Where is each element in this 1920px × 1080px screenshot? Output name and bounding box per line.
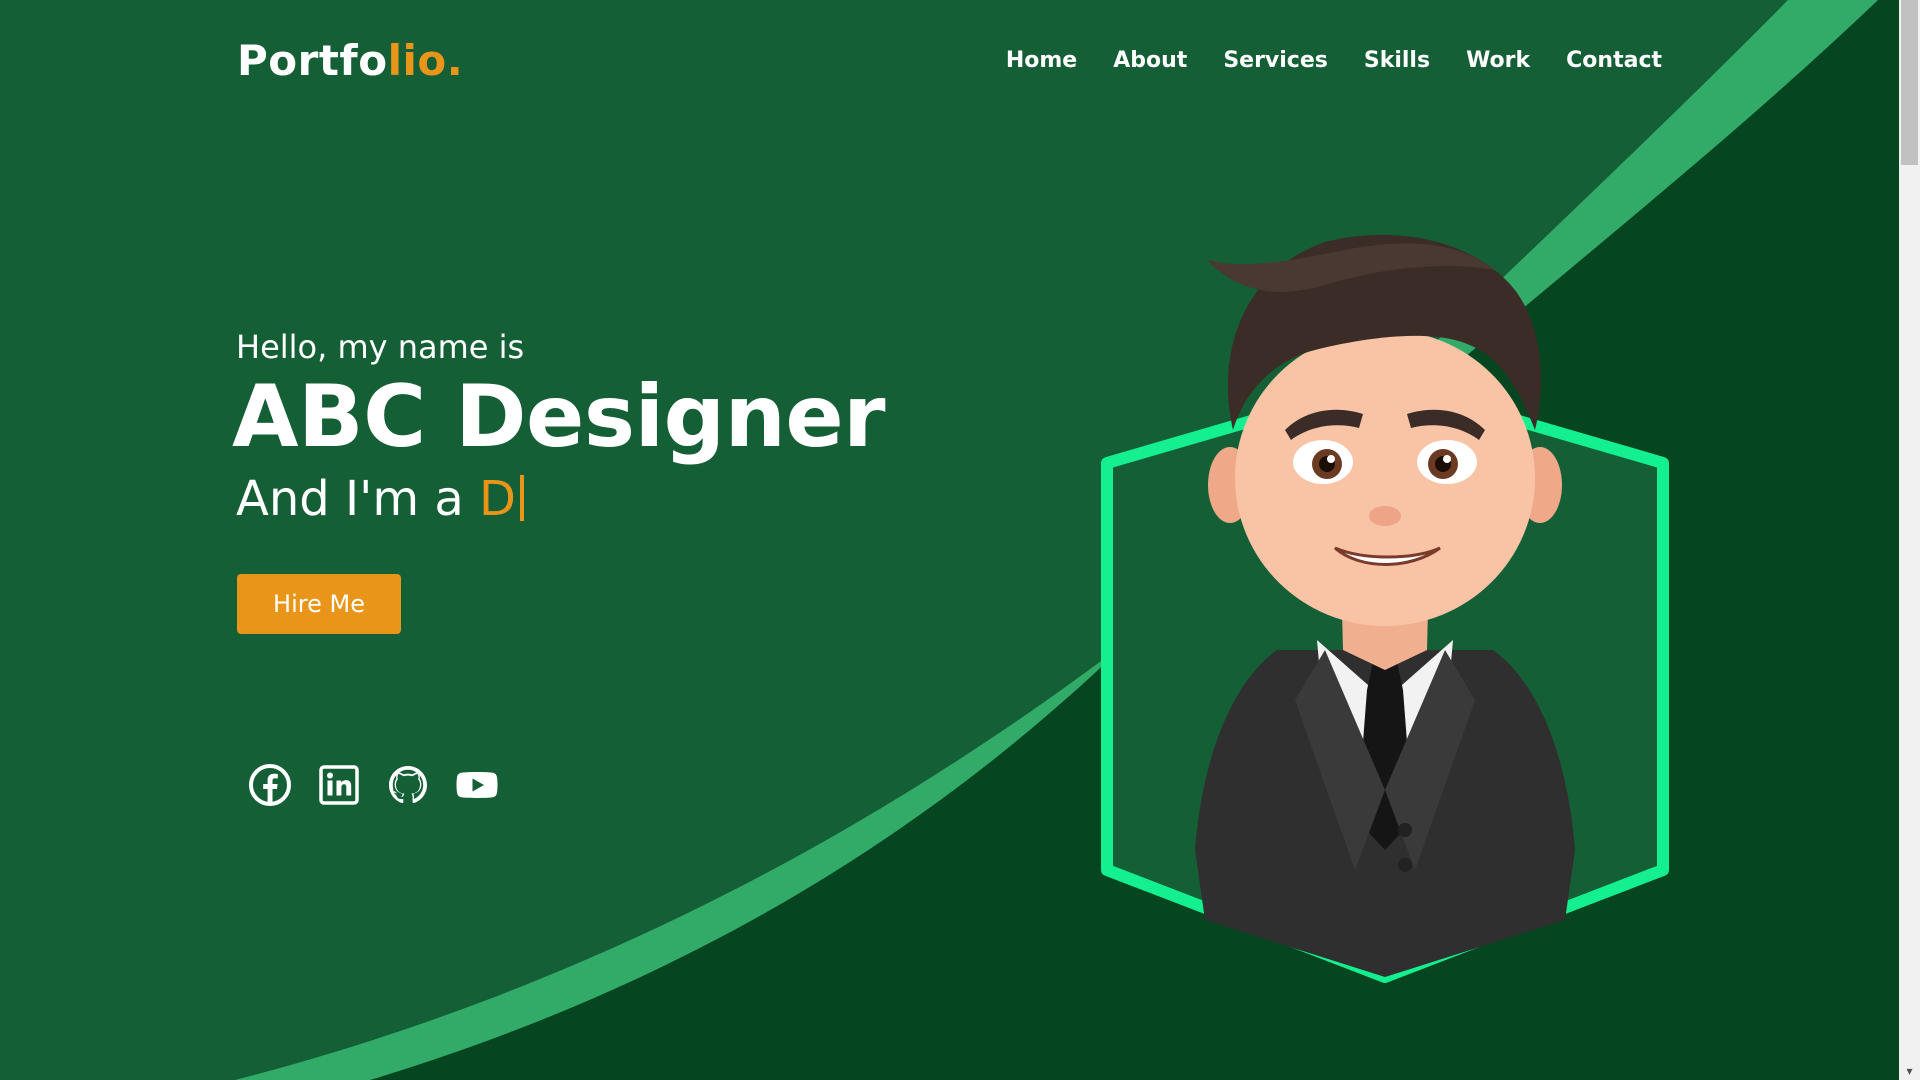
scroll-down-arrow-icon[interactable]: ▾ [1899,1063,1920,1080]
role-prefix: And I'm a [236,470,480,527]
nav-link-work[interactable]: Work [1466,48,1530,73]
hero-name: ABC Designer [232,367,886,468]
hire-me-button[interactable]: Hire Me [237,574,401,634]
role-typed-text: D [479,470,516,527]
nav-link-contact[interactable]: Contact [1566,48,1662,73]
youtube-icon[interactable] [455,763,499,807]
typing-caret [520,474,524,521]
nav-link-about[interactable]: About [1113,48,1187,73]
hero-greeting: Hello, my name is [236,328,525,366]
linkedin-icon[interactable] [317,763,361,807]
main-navigation: Home About Services Skills Work Contact [1006,48,1662,73]
social-links [248,763,499,807]
nav-link-home[interactable]: Home [1006,48,1077,73]
nav-link-skills[interactable]: Skills [1364,48,1430,73]
vertical-scrollbar[interactable]: ▾ [1899,0,1920,1080]
hero-role: And I'm a D [236,471,885,529]
avatar-illustration [1095,230,1675,990]
facebook-icon[interactable] [248,763,292,807]
site-logo[interactable]: Portfolio. [237,36,463,85]
logo-text-main: Portfo [237,36,388,85]
hero-text: Hello, my name is ABC Designer And I'm a… [232,328,886,529]
logo-text-accent: lio. [387,36,464,85]
nav-link-services[interactable]: Services [1223,48,1328,73]
portfolio-page: Portfolio. Home About Services Skills Wo… [0,0,1899,1080]
github-icon[interactable] [386,763,430,807]
scrollbar-thumb[interactable] [1901,0,1918,165]
